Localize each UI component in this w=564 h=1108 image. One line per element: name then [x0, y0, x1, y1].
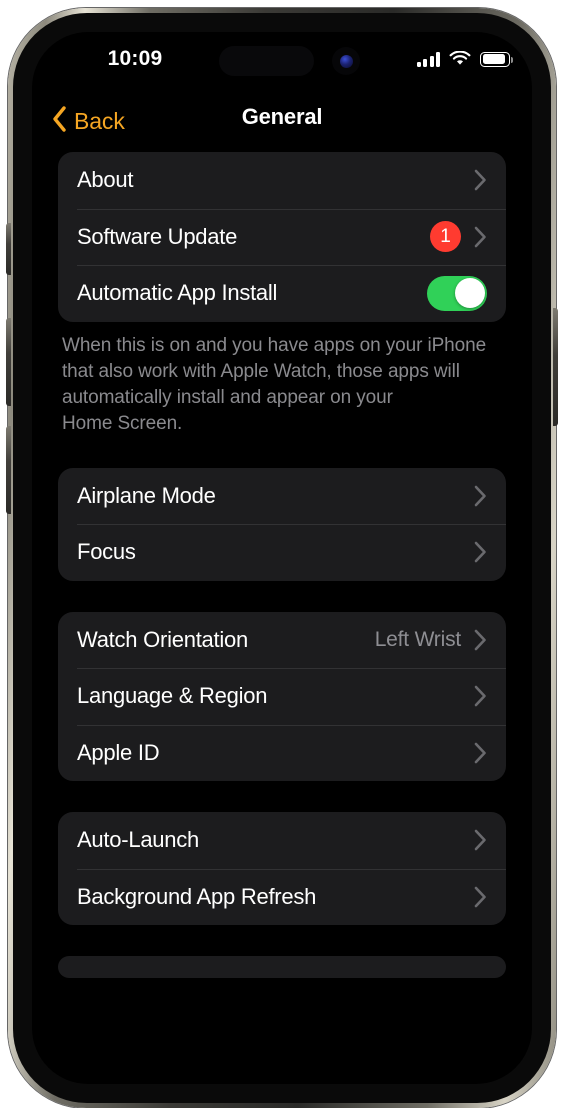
- device-frame: 10:09 Back General About Software Update…: [6, 8, 558, 1108]
- battery-fill: [482, 54, 505, 64]
- action-button[interactable]: [6, 223, 11, 275]
- chevron-right-icon: [474, 226, 486, 248]
- status-bar-time: 10:09: [107, 47, 163, 70]
- page-title: General: [241, 104, 323, 129]
- volume-up-button[interactable]: [6, 318, 11, 406]
- settings-row-label: Auto-Launch: [77, 827, 200, 853]
- camera-lens: [339, 54, 353, 68]
- battery-icon: [480, 51, 514, 67]
- chevron-right-icon: [474, 485, 486, 507]
- chevron-right-icon: [474, 685, 486, 707]
- chevron-right-icon: [474, 886, 486, 908]
- chevron-right-icon: [474, 742, 486, 764]
- dynamic-island: [219, 46, 314, 76]
- settings-row[interactable]: Auto-Launch: [58, 812, 506, 869]
- settings-row-label: About: [77, 167, 134, 193]
- settings-row[interactable]: Background App Refresh: [58, 868, 506, 926]
- settings-group: Watch Orientation Left Wrist Language & Re…: [58, 611, 506, 782]
- settings-row[interactable]: Watch Orientation Left Wrist: [58, 612, 506, 669]
- settings-list[interactable]: About Software Update 1 Automatic App Insta…: [32, 152, 532, 1084]
- phone-screen: 10:09 Back General About Software Update…: [32, 32, 532, 1084]
- chevron-right-icon: [474, 829, 486, 851]
- chevron-right-icon: [474, 541, 486, 563]
- settings-group: Airplane Mode Focus: [58, 467, 506, 581]
- settings-row-label: Apple ID: [77, 739, 160, 765]
- settings-row[interactable]: Language & Region: [58, 668, 506, 725]
- settings-group: About Software Update 1 Automatic App Insta…: [58, 152, 506, 322]
- settings-row-label: Language & Region: [77, 683, 268, 709]
- chevron-right-icon: [474, 169, 486, 191]
- settings-row[interactable]: Airplane Mode: [58, 468, 506, 525]
- group-footer-text: When this is on and you have apps on you…: [62, 334, 487, 434]
- settings-row-label: Automatic App Install: [77, 280, 278, 306]
- chevron-right-icon: [474, 629, 486, 651]
- cellular-signal-icon: [416, 51, 440, 67]
- settings-row[interactable]: Automatic App Install: [58, 265, 506, 322]
- settings-row-label: Focus: [77, 539, 136, 565]
- toggle-switch[interactable]: [427, 275, 487, 311]
- front-camera-icon: [332, 47, 360, 75]
- toggle-knob: [454, 277, 485, 309]
- volume-down-button[interactable]: [6, 426, 11, 514]
- settings-row-label: Software Update: [77, 223, 238, 249]
- status-bar-icons: [416, 46, 514, 72]
- notification-badge: 1: [430, 221, 461, 253]
- settings-row-label: Watch Orientation: [77, 626, 249, 652]
- settings-row[interactable]: Software Update 1: [58, 208, 506, 266]
- settings-row-label: Airplane Mode: [77, 482, 216, 508]
- wifi-icon: [449, 51, 471, 67]
- settings-row-value: Left Wrist: [374, 627, 461, 651]
- navigation-bar: Back General: [32, 90, 532, 152]
- status-bar: 10:09: [32, 32, 532, 90]
- settings-row-label: Background App Refresh: [77, 883, 317, 909]
- settings-row[interactable]: About: [58, 152, 506, 209]
- power-button[interactable]: [553, 308, 558, 426]
- settings-row[interactable]: Focus: [58, 524, 506, 581]
- settings-group: Auto-Launch Background App Refresh: [58, 812, 506, 925]
- settings-group: [58, 956, 506, 978]
- settings-row[interactable]: Apple ID: [58, 724, 506, 782]
